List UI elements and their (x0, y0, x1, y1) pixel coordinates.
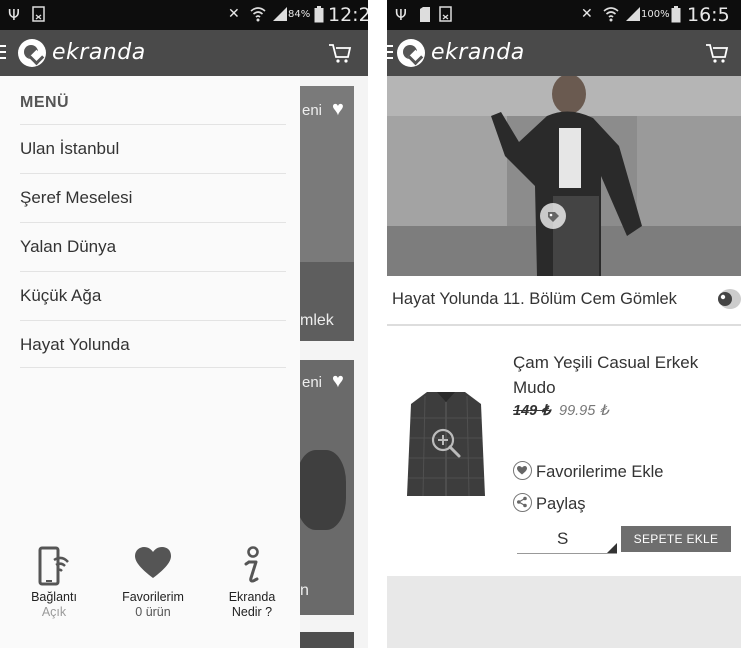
zoom-icon[interactable] (429, 426, 463, 465)
menu-item-kucuk-aga[interactable]: Küçük Ağa (20, 271, 286, 319)
about-label: Ekranda (228, 590, 276, 604)
battery-percent: 100% (641, 9, 670, 20)
wifi-icon (250, 6, 266, 26)
menu-item-hayat-yolunda[interactable]: Hayat Yolunda (20, 320, 286, 368)
signal-icon (272, 6, 288, 26)
signal-icon (625, 6, 641, 26)
battery-percent: 84% (288, 9, 311, 20)
card-tag: eni (302, 102, 323, 119)
brand-logo: ekranda (52, 40, 146, 65)
favorites-count: 0 ürün (135, 605, 171, 619)
old-price: 149 ₺ (513, 403, 551, 419)
status-bar: Ψ ✕ 84% 12:22 (0, 0, 368, 30)
tag-icon[interactable] (540, 203, 566, 229)
file-icon (439, 6, 453, 27)
info-icon (202, 546, 302, 590)
menu-icon[interactable] (0, 44, 6, 65)
menu-item-yalan-dunya[interactable]: Yalan Dünya (20, 222, 286, 270)
about-button[interactable]: Ekranda Nedir ? (202, 546, 302, 620)
menu-item-label: Yalan Dünya (20, 237, 117, 256)
product-image[interactable] (405, 388, 487, 500)
cart-icon[interactable] (705, 42, 729, 69)
favorites-label: Favorilerim (122, 590, 184, 604)
cart-icon[interactable] (328, 42, 352, 69)
add-to-cart-button[interactable]: SEPETE EKLE (621, 526, 731, 552)
menu-item-label: Şeref Meselesi (20, 188, 133, 207)
logo-icon (397, 39, 425, 67)
battery-icon (671, 6, 681, 27)
add-to-favorites-label: Favorilerime Ekle (536, 463, 664, 481)
wifi-icon (603, 6, 619, 26)
brand-logo: ekranda (431, 40, 525, 65)
status-time: 16:5 (687, 4, 730, 26)
sale-price: 99.95 ₺ (559, 403, 609, 419)
toggle-icon[interactable] (714, 288, 741, 315)
mute-icon: ✕ (581, 6, 593, 22)
usb-icon: Ψ (8, 6, 20, 24)
hero-caption: Hayat Yolunda 11. Bölüm Cem Gömlek (392, 290, 677, 308)
hero-caption-bar[interactable]: Hayat Yolunda 11. Bölüm Cem Gömlek (387, 276, 741, 326)
share-label: Paylaş (536, 495, 586, 513)
status-time: 12:22 (328, 4, 368, 26)
heart-icon (513, 461, 532, 480)
app-toolbar: ekranda (0, 30, 368, 76)
heart-icon: ♥ (332, 98, 344, 120)
drawer-title: MENÜ (20, 94, 70, 111)
status-bar: Ψ ✕ 100% 16:5 (387, 0, 741, 30)
menu-item-ulan-istanbul[interactable]: Ulan İstanbul (20, 124, 286, 172)
footer-area (387, 576, 741, 648)
usb-icon: Ψ (395, 6, 407, 24)
share-button[interactable]: Paylaş (513, 493, 586, 514)
menu-item-label: Hayat Yolunda (20, 335, 130, 354)
connection-status: Açık (41, 605, 67, 619)
logo-icon (18, 39, 46, 67)
dropdown-icon (607, 543, 617, 553)
file-icon (32, 6, 46, 27)
hero-image[interactable] (387, 76, 741, 276)
card-tag: eni (302, 374, 323, 391)
right-screen: Ψ ✕ 100% 16:5 ekranda Hayat Yolunda 11. … (387, 0, 741, 648)
sim-icon (419, 6, 431, 27)
battery-icon (314, 6, 324, 27)
product-title[interactable]: Çam Yeşili Casual Erkek (513, 353, 698, 373)
connection-button[interactable]: Bağlantı Açık (4, 546, 104, 620)
about-label-2: Nedir ? (231, 605, 273, 619)
size-value: S (557, 529, 569, 548)
menu-item-label: Küçük Ağa (20, 286, 102, 305)
favorites-button[interactable]: Favorilerim 0 ürün (103, 546, 203, 620)
mute-icon: ✕ (228, 6, 240, 22)
menu-icon[interactable] (387, 44, 393, 65)
left-screen: Ψ ✕ 84% 12:22 ekranda eni ♥ mlek (0, 0, 368, 648)
card-caption: mlek (300, 312, 334, 329)
app-toolbar: ekranda (387, 30, 741, 76)
phone-wifi-icon (4, 546, 104, 590)
heart-icon: ♥ (332, 370, 344, 392)
size-select[interactable]: S (517, 527, 617, 554)
share-icon (513, 493, 532, 512)
add-to-favorites-button[interactable]: Favorilerime Ekle (513, 461, 663, 482)
product-brand: Mudo (513, 378, 556, 397)
menu-item-seref-meselesi[interactable]: Şeref Meselesi (20, 173, 286, 221)
navigation-drawer: MENÜ Ulan İstanbul Şeref Meselesi Yalan … (0, 76, 300, 648)
connection-label: Bağlantı (31, 590, 77, 604)
heart-icon (103, 546, 203, 590)
menu-item-label: Ulan İstanbul (20, 139, 120, 158)
